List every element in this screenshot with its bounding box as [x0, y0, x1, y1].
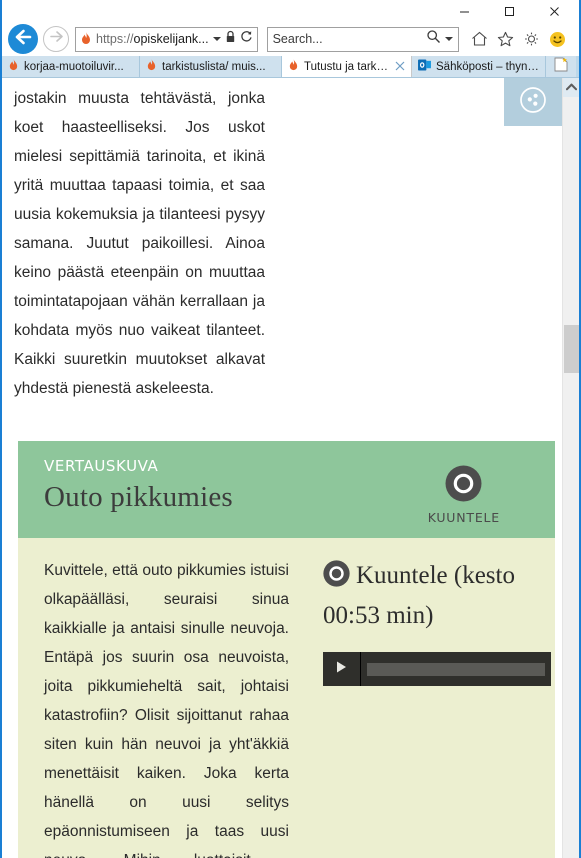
audio-disc-icon: [323, 560, 350, 593]
article-body: jostakin muusta tehtävästä, jonka koet h…: [14, 78, 550, 403]
search-chevron-down-icon[interactable]: [444, 37, 453, 41]
minimize-button[interactable]: [442, 0, 487, 22]
url-host: opiskelijank...: [133, 32, 209, 46]
outlook-icon: [418, 59, 431, 74]
play-button[interactable]: [323, 652, 361, 686]
audio-player[interactable]: [323, 652, 551, 686]
site-favicon-flame-icon: [80, 32, 92, 46]
card-audio-column: Kuuntele (kesto 00:53 min): [289, 556, 551, 858]
back-button[interactable]: [8, 24, 38, 54]
title-bar: [2, 0, 579, 22]
metaphor-card: VERTAUSKUVA Outo pikkumies KUUNTELE Kuvi…: [18, 441, 555, 858]
address-bar[interactable]: https://opiskelijank...: [75, 26, 258, 52]
tab-label: korjaa-muotoiluvir...: [24, 60, 124, 73]
listen-badge-label: KUUNTELE: [427, 510, 500, 525]
play-triangle-icon: [335, 660, 348, 679]
article-paragraph: jostakin muusta tehtävästä, jonka koet h…: [14, 90, 265, 397]
tab-strip: korjaa-muotoiluvir... tarkistuslista/ mu…: [2, 56, 579, 78]
refresh-icon[interactable]: [240, 30, 253, 48]
star-icon[interactable]: [494, 26, 518, 52]
tab-tutustu-ja-tarkastele[interactable]: Tutustu ja tarka...: [282, 56, 412, 77]
audio-progress-track[interactable]: [361, 652, 551, 686]
back-arrow-icon: [14, 29, 32, 50]
listen-badge[interactable]: KUUNTELE: [428, 465, 500, 525]
card-text-column: Kuvittele, että outo pikkumies istuisi o…: [44, 556, 289, 858]
search-input[interactable]: Search...: [273, 32, 426, 46]
lock-icon: [225, 30, 236, 48]
flame-icon: [146, 58, 157, 75]
tab-sahkoposti[interactable]: Sähköposti – thyn-...: [412, 56, 546, 77]
search-bar[interactable]: Search...: [266, 26, 459, 52]
address-text: https://opiskelijank...: [96, 32, 209, 46]
maximize-button[interactable]: [487, 0, 532, 22]
chevron-up-icon: [565, 83, 577, 93]
smiley-face-icon[interactable]: [546, 26, 570, 52]
audio-progress-bar[interactable]: [367, 662, 545, 676]
card-body: Kuvittele, että outo pikkumies istuisi o…: [18, 538, 555, 858]
close-button[interactable]: [532, 0, 577, 22]
toolbar-icons: [468, 26, 570, 52]
new-tab-icon: [554, 57, 568, 77]
chevron-down-icon[interactable]: [212, 37, 221, 41]
new-tab-button[interactable]: [546, 56, 576, 77]
forward-arrow-icon: [49, 30, 64, 48]
home-icon[interactable]: [468, 26, 492, 52]
audio-disc-icon: [445, 465, 482, 506]
tab-tarkistuslista-muistilista[interactable]: tarkistuslista/ muis...: [140, 56, 282, 77]
tab-label: tarkistuslista/ muis...: [162, 60, 266, 73]
flame-icon: [288, 58, 299, 75]
url-scheme: https://: [96, 32, 134, 46]
card-paragraph: Kuvittele, että outo pikkumies istuisi o…: [44, 562, 289, 858]
page-content: jostakin muusta tehtävästä, jonka koet h…: [2, 78, 562, 858]
browser-window: https://opiskelijank... Search... korjaa…: [0, 0, 581, 858]
gear-icon[interactable]: [520, 26, 544, 52]
accessibility-widget-button[interactable]: [504, 78, 562, 126]
tab-korjaa-muotoiluvirheet[interactable]: korjaa-muotoiluvir...: [2, 56, 140, 77]
tab-label: Tutustu ja tarka...: [304, 60, 388, 73]
vertical-scrollbar[interactable]: [562, 78, 579, 858]
forward-button[interactable]: [43, 26, 69, 52]
accessibility-circle-icon: [518, 85, 548, 120]
magnifier-icon[interactable]: [426, 29, 441, 49]
page-viewport: jostakin muusta tehtävästä, jonka koet h…: [2, 78, 579, 858]
scrollbar-thumb[interactable]: [564, 325, 579, 373]
tab-close-icon[interactable]: [395, 60, 405, 74]
flame-icon: [8, 58, 19, 75]
tab-label: Sähköposti – thyn-...: [436, 60, 539, 73]
scroll-up-button[interactable]: [563, 78, 579, 97]
navigation-toolbar: https://opiskelijank... Search...: [2, 22, 579, 56]
audio-heading-text: Kuuntele (kesto 00:53 min): [323, 562, 515, 629]
audio-heading: Kuuntele (kesto 00:53 min): [323, 558, 551, 634]
card-header: VERTAUSKUVA Outo pikkumies KUUNTELE: [18, 441, 555, 538]
